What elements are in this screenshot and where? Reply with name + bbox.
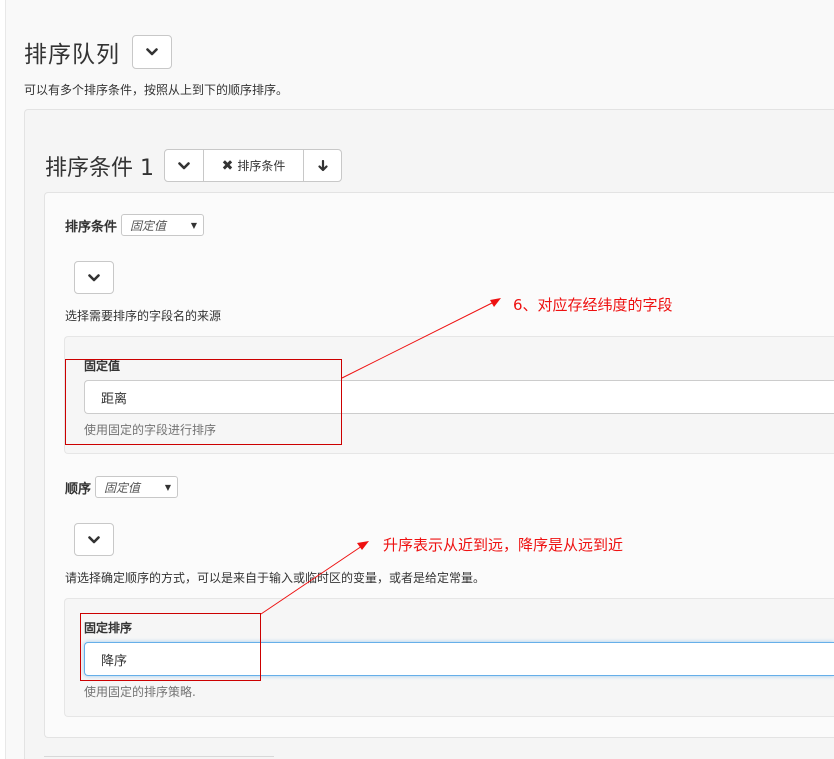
field-annotation-arrowhead [490,298,501,307]
field-annotation-text: 6、对应存经纬度的字段 [513,296,673,314]
order-annotation-arrow-line [260,545,363,615]
order-annotation-text: 升序表示从近到远，降序是从远到近 [383,536,624,554]
field-annotation-arrow-line [341,301,495,379]
annotation-arrows [260,298,501,615]
